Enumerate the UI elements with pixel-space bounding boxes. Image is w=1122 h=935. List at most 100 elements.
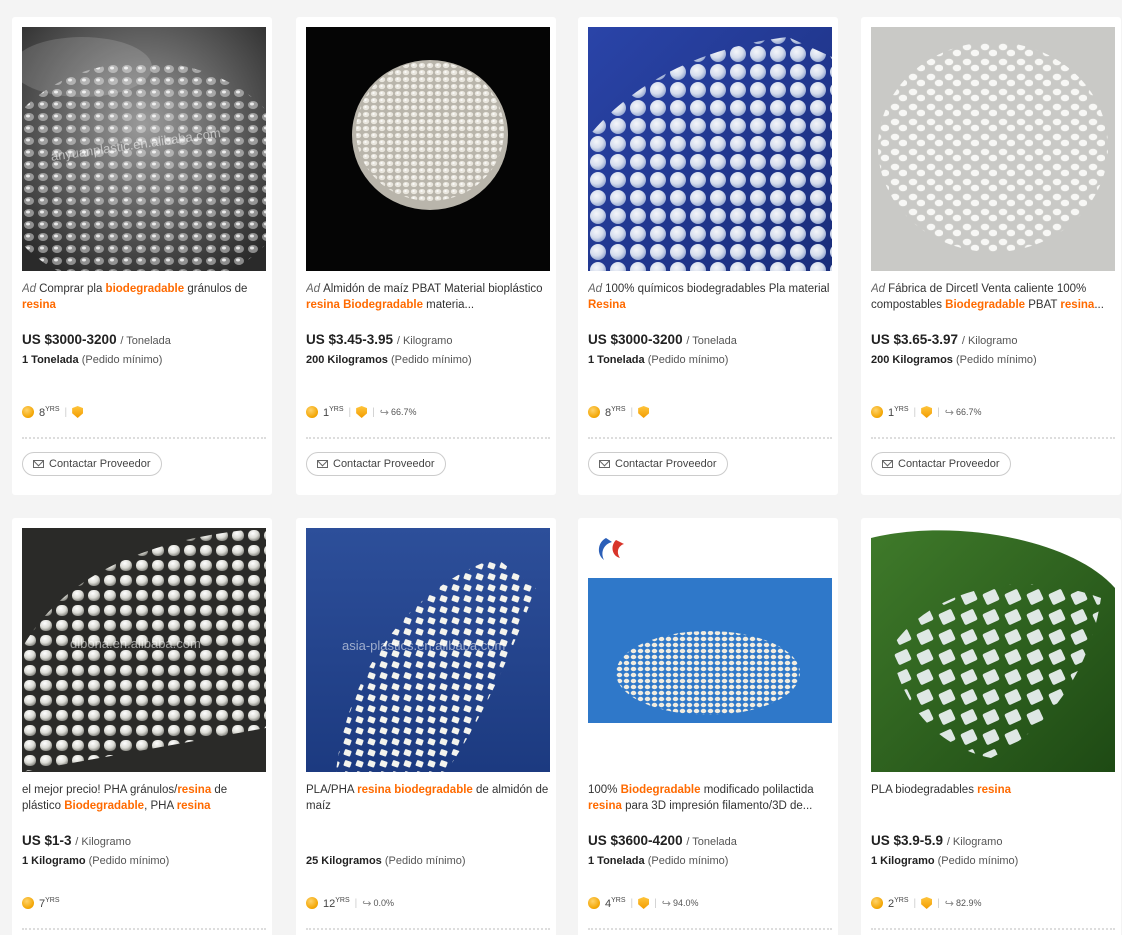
badge-separator: |	[354, 897, 358, 909]
verified-shield-icon[interactable]	[921, 406, 933, 418]
product-title[interactable]: PLA biodegradables resina	[871, 782, 1115, 814]
badge-separator: |	[372, 406, 375, 418]
product-price: US $3.65-3.97 / Kilogramo	[871, 332, 1115, 347]
product-title[interactable]: Ad Fábrica de Dircetl Venta caliente 100%…	[871, 281, 1115, 313]
product-title[interactable]: 100% Biodegradable modificado polilactid…	[588, 782, 832, 814]
contact-supplier-button[interactable]: Contactar Proveedor	[871, 452, 1011, 476]
contact-supplier-button[interactable]: Contactar Proveedor	[588, 452, 728, 476]
min-order: 25 Kilogramos (Pedido mínimo)	[306, 855, 550, 867]
verified-shield-icon[interactable]	[638, 406, 650, 418]
verified-shield-icon[interactable]	[72, 406, 84, 418]
moq-qty: 1 Kilogramo	[871, 855, 935, 867]
keyword-highlight: Biodegradable	[64, 800, 145, 812]
response-rate-value: 66.7%	[955, 407, 982, 417]
verified-shield-icon[interactable]	[921, 897, 933, 909]
moq-label: (Pedido mínimo)	[88, 855, 170, 867]
divider	[306, 437, 550, 439]
min-order: 1 Tonelada (Pedido mínimo)	[588, 354, 832, 366]
contact-supplier-button[interactable]: Contactar Proveedor	[22, 452, 162, 476]
price-value: US $3.9-5.9	[871, 833, 944, 848]
divider	[306, 928, 550, 930]
gold-supplier-coin-icon	[588, 897, 600, 909]
gold-supplier-coin-icon	[306, 406, 318, 418]
price-unit: / Kilogramo	[946, 836, 1003, 848]
mail-icon	[317, 460, 328, 468]
product-title[interactable]: PLA/PHA resina biodegradable de almidón …	[306, 782, 550, 814]
contact-supplier-button[interactable]: Contactar Proveedor	[306, 452, 446, 476]
verified-shield-icon[interactable]	[356, 406, 368, 418]
years-value: 12	[323, 897, 336, 910]
moq-qty: 200 Kilogramos	[306, 354, 388, 366]
ad-label: Ad	[22, 283, 37, 295]
verified-shield-icon[interactable]	[638, 897, 650, 909]
response-rate-value: 0.0%	[373, 898, 394, 908]
product-price: US $1-3 / Kilogramo	[22, 833, 266, 848]
product-card[interactable]: Ad Fábrica de Dircetl Venta caliente 100%…	[861, 17, 1121, 495]
price-unit: / Kilogramo	[75, 836, 131, 848]
product-title[interactable]: Ad Comprar pla biodegradable gránulos de …	[22, 281, 266, 313]
product-image[interactable]: dlbona.en.alibaba.com	[22, 528, 266, 772]
product-card[interactable]: PLA biodegradables resina US $3.9-5.9 / …	[861, 518, 1121, 935]
product-title[interactable]: Ad Almidón de maíz PBAT Material bioplást…	[306, 281, 550, 313]
product-image[interactable]	[306, 27, 550, 271]
response-rate-value: 94.0%	[672, 898, 699, 908]
moq-qty: 1 Tonelada	[588, 855, 645, 867]
price-value: US $3000-3200	[588, 332, 683, 347]
product-image[interactable]: anyuanplastic.en.alibaba.com	[22, 27, 266, 271]
product-image[interactable]	[871, 27, 1115, 271]
supplier-years: 2YRS	[888, 897, 909, 910]
keyword-highlight: Biodegradable	[945, 299, 1026, 311]
title-text: , PHA	[144, 800, 177, 812]
supplier-badges: 12YRS | ↪ 0.0%	[306, 893, 550, 913]
product-card[interactable]: Ad 100% químicos biodegradables Pla mater…	[578, 17, 838, 495]
moq-label: (Pedido mínimo)	[937, 855, 1019, 867]
response-rate: ↪ 94.0%	[662, 897, 699, 910]
product-price: US $3.9-5.9 / Kilogramo	[871, 833, 1115, 848]
title-text: para 3D impresión filamento/3D de...	[621, 800, 813, 812]
supplier-badges: 4YRS | | ↪ 94.0%	[588, 893, 832, 913]
divider	[22, 437, 266, 439]
supplier-badges: 1YRS | | ↪ 66.7%	[871, 402, 1115, 422]
title-text: 100% químicos biodegradables Pla materia…	[605, 283, 830, 295]
min-order: 1 Tonelada (Pedido mínimo)	[588, 855, 832, 867]
product-image[interactable]: asia-plastics.en.alibaba.com	[306, 528, 550, 772]
mail-icon	[599, 460, 610, 468]
keyword-highlight: resina biodegradable	[357, 784, 473, 796]
keyword-highlight: Biodegradable	[343, 299, 423, 311]
product-title[interactable]: el mejor precio! PHA gránulos/resina de …	[22, 782, 266, 814]
product-image[interactable]	[588, 528, 832, 772]
price-unit: / Tonelada	[686, 836, 737, 848]
years-suffix: YRS	[329, 405, 344, 413]
product-price: US $3600-4200 / Tonelada	[588, 833, 832, 848]
price-value: US $3.65-3.97	[871, 332, 959, 347]
years-suffix: YRS	[894, 405, 909, 413]
badge-separator: |	[913, 897, 917, 909]
badge-separator: |	[64, 406, 68, 418]
supplier-badges: 2YRS | | ↪ 82.9%	[871, 893, 1115, 913]
product-image[interactable]	[588, 27, 832, 271]
product-image[interactable]	[871, 528, 1115, 772]
years-suffix: YRS	[45, 896, 60, 904]
product-card[interactable]: asia-plastics.en.alibaba.com PLA/PHA res…	[296, 518, 556, 935]
gold-supplier-coin-icon	[306, 897, 318, 909]
divider	[871, 437, 1115, 439]
product-title[interactable]: Ad 100% químicos biodegradables Pla mater…	[588, 281, 832, 313]
product-card[interactable]: 100% Biodegradable modificado polilactid…	[578, 518, 838, 935]
keyword-highlight: resina	[176, 800, 211, 812]
keyword-highlight: resina	[177, 784, 212, 796]
product-card[interactable]: dlbona.en.alibaba.com el mejor precio! P…	[12, 518, 272, 935]
min-order: 200 Kilogramos (Pedido mínimo)	[306, 354, 550, 366]
keyword-highlight: resina	[977, 784, 1012, 796]
price-unit: / Tonelada	[686, 335, 737, 347]
product-card[interactable]: Ad Almidón de maíz PBAT Material bioplást…	[296, 17, 556, 495]
mail-icon	[882, 460, 893, 468]
product-card[interactable]: anyuanplastic.en.alibaba.com Ad Comprar p…	[12, 17, 272, 495]
supplier-badges: 8YRS |	[22, 402, 266, 422]
reply-arrow-icon: ↪	[661, 897, 671, 910]
divider	[22, 928, 266, 930]
supplier-years: 1YRS	[323, 406, 344, 419]
moq-qty: 1 Kilogramo	[22, 855, 86, 867]
contact-label: Contactar Proveedor	[898, 458, 1000, 470]
min-order: 200 Kilogramos (Pedido mínimo)	[871, 354, 1115, 366]
gold-supplier-coin-icon	[22, 406, 34, 418]
